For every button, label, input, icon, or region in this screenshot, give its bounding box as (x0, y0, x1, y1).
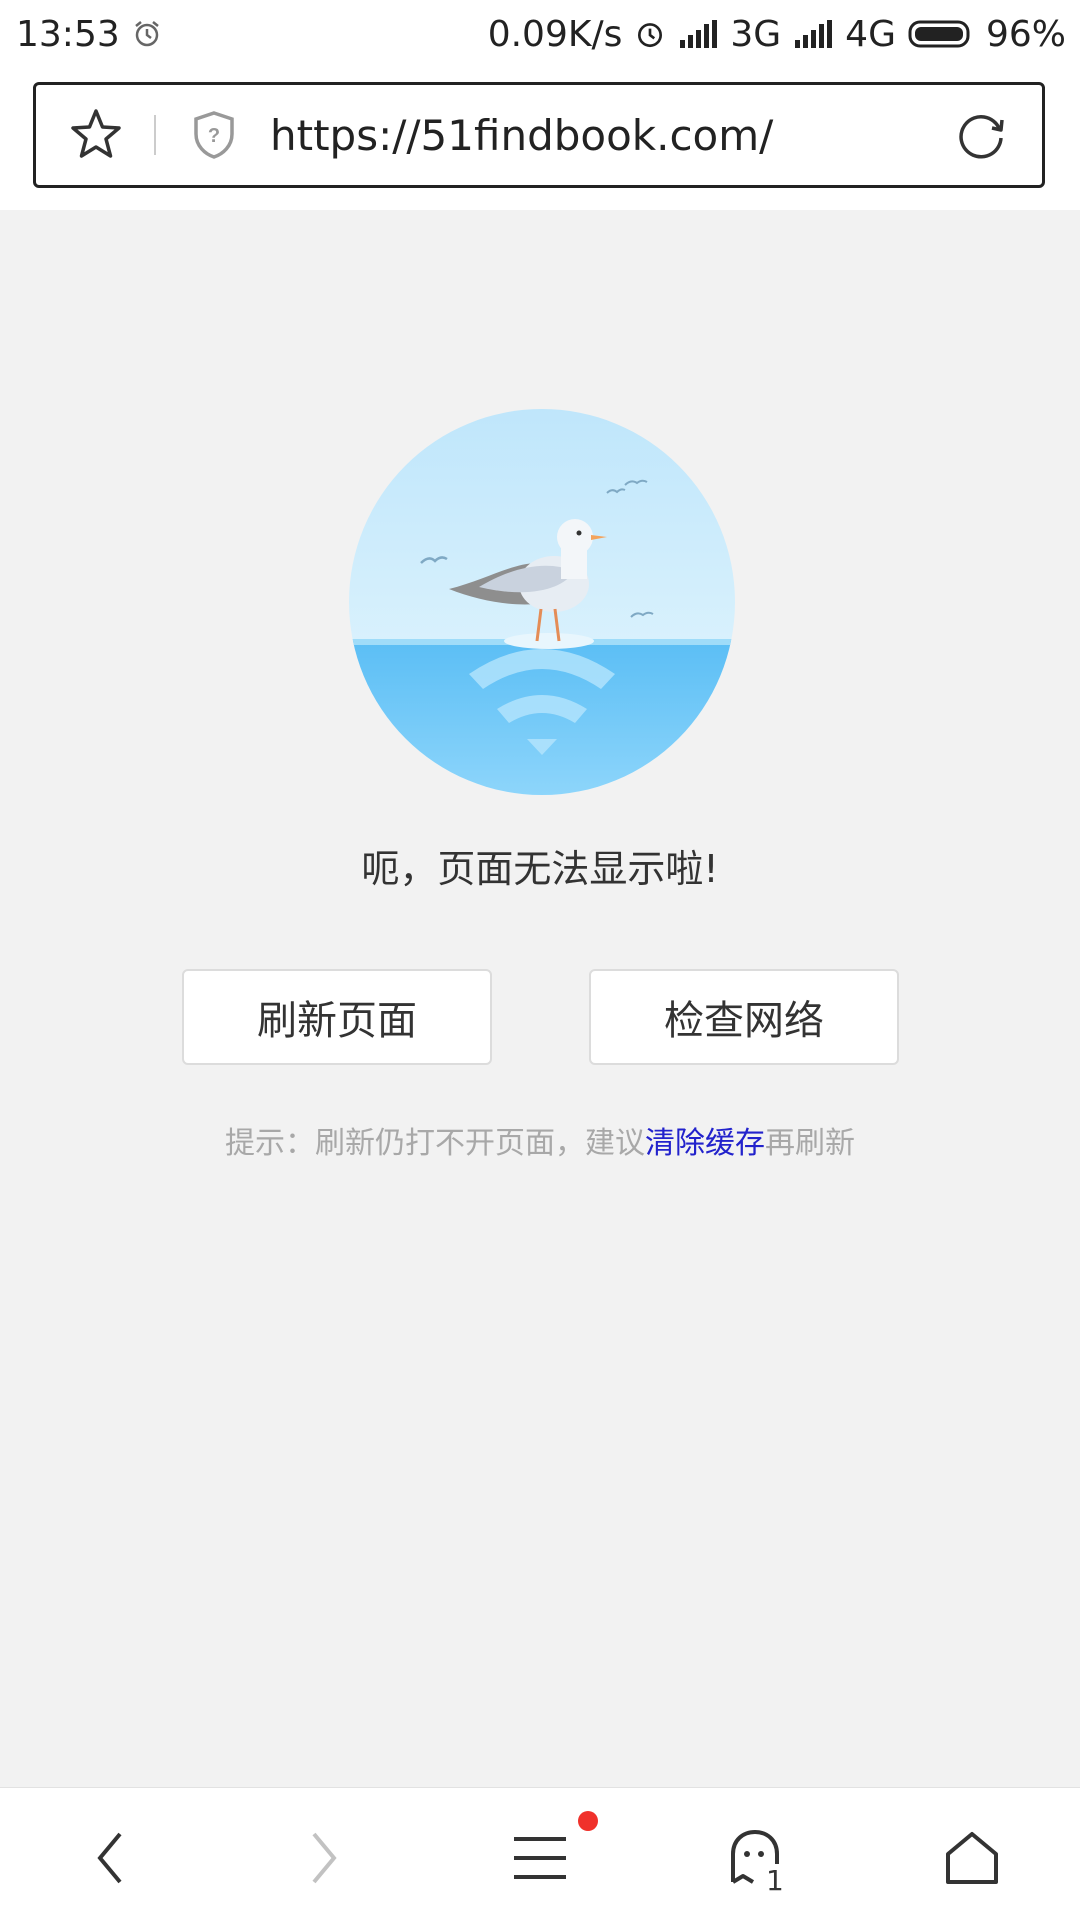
alarm-icon (638, 23, 663, 48)
address-divider (154, 115, 156, 155)
svg-text:?: ? (208, 125, 220, 147)
browser-toolbar: ? https://51findbook.com/ (0, 68, 1080, 210)
reload-icon[interactable] (952, 106, 1010, 164)
menu-icon (514, 1837, 566, 1879)
error-message: 呃，页面无法显示啦! (361, 847, 719, 891)
seagull-wifi-illustration (349, 409, 735, 795)
forward-icon (312, 1832, 337, 1884)
back-button[interactable] (70, 1818, 150, 1898)
signal-icon (795, 20, 833, 48)
battery-icon (908, 20, 970, 48)
network-type-2: 4G (845, 13, 896, 55)
shield-icon[interactable]: ? (192, 110, 236, 160)
forward-button[interactable] (284, 1818, 364, 1898)
url-text[interactable]: https://51findbook.com/ (270, 111, 952, 160)
home-icon (946, 1832, 998, 1884)
menu-notification-badge (578, 1811, 598, 1831)
bottom-nav-bar: 1 (0, 1787, 1080, 1921)
hint-suffix: 再刷新 (765, 1126, 855, 1161)
alarm-icon (134, 21, 159, 47)
check-network-button[interactable]: 检查网络 (589, 969, 899, 1065)
network-speed: 0.09K/s (487, 13, 623, 55)
menu-button[interactable] (500, 1818, 580, 1898)
battery-level: 96% (985, 13, 1066, 55)
tab-count: 1 (766, 1864, 784, 1897)
home-button[interactable] (932, 1818, 1012, 1898)
network-type-1: 3G (730, 13, 782, 55)
star-icon[interactable] (66, 105, 126, 165)
status-bar: 13:53 0.09K/s 3G 4G 96% (0, 0, 1080, 68)
hint-prefix: 提示：刷新仍打不开页面，建议 (225, 1126, 645, 1161)
refresh-page-button[interactable]: 刷新页面 (182, 969, 492, 1065)
signal-icon (680, 20, 718, 48)
back-icon (97, 1832, 122, 1884)
status-time: 13:53 (16, 13, 120, 55)
clear-cache-link[interactable]: 清除缓存 (645, 1126, 765, 1161)
address-bar[interactable]: ? https://51findbook.com/ (33, 82, 1045, 188)
hint-text: 提示：刷新仍打不开页面，建议清除缓存再刷新 (0, 1118, 1080, 1162)
